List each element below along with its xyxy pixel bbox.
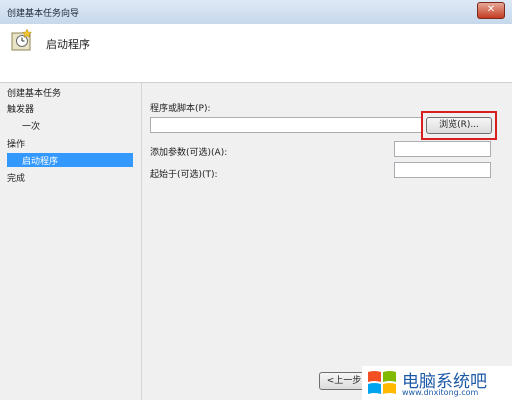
window-title: 创建基本任务向导 <box>7 9 80 19</box>
task-clock-icon <box>11 28 33 51</box>
start-in-label: 起始于(可选)(T): <box>150 170 218 180</box>
args-label: 添加参数(可选)(A): <box>150 148 228 158</box>
title-bar: 创建基本任务向导 ✕ <box>0 0 512 25</box>
program-input[interactable] <box>150 117 422 133</box>
sidebar-item-start-program[interactable]: 启动程序 <box>7 153 133 167</box>
sidebar-item-trigger[interactable]: 触发器 <box>7 102 34 115</box>
args-input[interactable] <box>394 141 491 157</box>
sidebar-item-finish[interactable]: 完成 <box>7 171 25 184</box>
program-label: 程序或脚本(P): <box>150 104 211 114</box>
sidebar-item-action[interactable]: 操作 <box>7 137 25 150</box>
sidebar-item-label: 启动程序 <box>22 157 59 167</box>
sidebar-item-once[interactable]: 一次 <box>22 119 40 132</box>
start-in-input[interactable] <box>394 162 491 178</box>
page-title: 启动程序 <box>46 38 90 51</box>
wizard-steps-sidebar: 创建基本任务 触发器 一次 操作 启动程序 完成 <box>0 83 142 400</box>
close-icon: ✕ <box>486 4 496 15</box>
wizard-header: 启动程序 <box>0 24 512 83</box>
watermark: 电脑系统吧 www.dnxitong.com <box>362 366 512 400</box>
windows-logo-icon <box>368 371 396 394</box>
browse-button[interactable]: 浏览(R)... <box>426 117 492 134</box>
sidebar-item-create-basic-task[interactable]: 创建基本任务 <box>7 86 61 99</box>
watermark-url: www.dnxitong.com <box>402 388 479 397</box>
wizard-content: 程序或脚本(P): 浏览(R)... 添加参数(可选)(A): 起始于(可选)(… <box>142 83 512 400</box>
close-button[interactable]: ✕ <box>477 2 505 19</box>
